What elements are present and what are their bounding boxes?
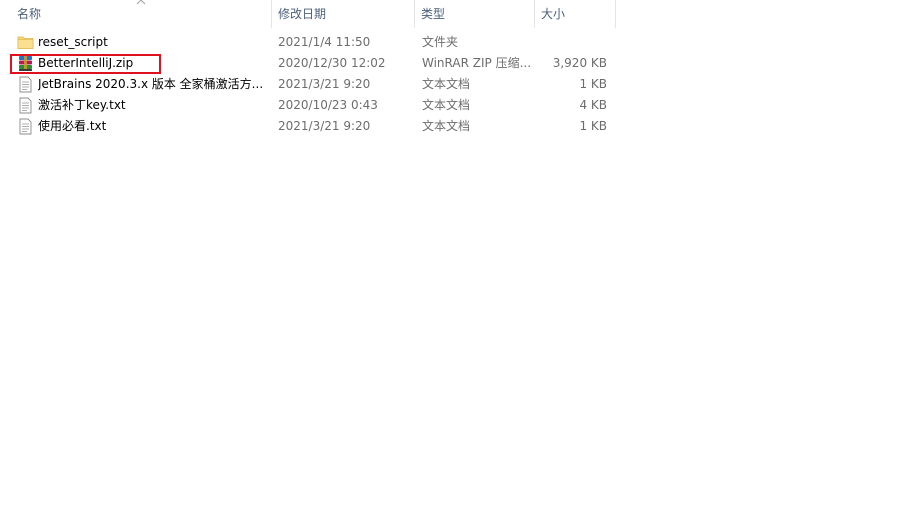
file-type: 文本文档	[422, 119, 471, 133]
file-row-must-read[interactable]: 使用必看.txt 2021/3/21 9:20 文本文档 1 KB	[0, 116, 898, 137]
column-header-bar: 名称 修改日期 类型 大小	[0, 0, 898, 28]
file-row-jetbrains-guide[interactable]: JetBrains 2020.3.x 版本 全家桶激活方... 2021/3/2…	[0, 74, 898, 95]
column-header-name[interactable]: 名称	[11, 0, 272, 28]
file-name: JetBrains 2020.3.x 版本 全家桶激活方...	[38, 77, 264, 91]
file-date: 2021/3/21 9:20	[278, 119, 371, 133]
file-list: reset_script 2021/1/4 11:50 文件夹 BetterIn…	[0, 32, 898, 137]
file-date: 2020/12/30 12:02	[278, 56, 386, 70]
file-date: 2020/10/23 0:43	[278, 98, 378, 112]
file-name: BetterIntelliJ.zip	[38, 56, 134, 70]
file-size: 3,920 KB	[552, 56, 607, 70]
file-date: 2021/3/21 9:20	[278, 77, 371, 91]
file-date: 2021/1/4 11:50	[278, 35, 371, 49]
file-size	[540, 32, 607, 53]
file-type: 文本文档	[422, 77, 471, 91]
file-row-reset-script[interactable]: reset_script 2021/1/4 11:50 文件夹	[0, 32, 898, 53]
file-row-betterintellij-zip[interactable]: BetterIntelliJ.zip 2020/12/30 12:02 WinR…	[0, 53, 898, 74]
file-name: reset_script	[38, 35, 108, 49]
file-row-activation-key[interactable]: 激活补丁key.txt 2020/10/23 0:43 文本文档 4 KB	[0, 95, 898, 116]
file-name: 使用必看.txt	[38, 119, 107, 133]
text-document-icon	[19, 76, 32, 93]
file-type: 文本文档	[422, 98, 471, 112]
folder-icon	[17, 36, 34, 49]
text-document-icon	[19, 118, 32, 135]
file-size: 1 KB	[579, 77, 607, 91]
file-size: 4 KB	[579, 98, 607, 112]
file-type: 文件夹	[422, 35, 459, 49]
column-header-type[interactable]: 类型	[415, 0, 535, 28]
file-name: 激活补丁key.txt	[38, 98, 126, 112]
file-size: 1 KB	[579, 119, 607, 133]
text-document-icon	[19, 97, 32, 114]
winrar-archive-icon	[19, 55, 32, 71]
column-header-date-modified[interactable]: 修改日期	[272, 0, 415, 28]
column-header-size[interactable]: 大小	[535, 0, 616, 28]
file-type: WinRAR ZIP 压缩...	[422, 56, 532, 70]
